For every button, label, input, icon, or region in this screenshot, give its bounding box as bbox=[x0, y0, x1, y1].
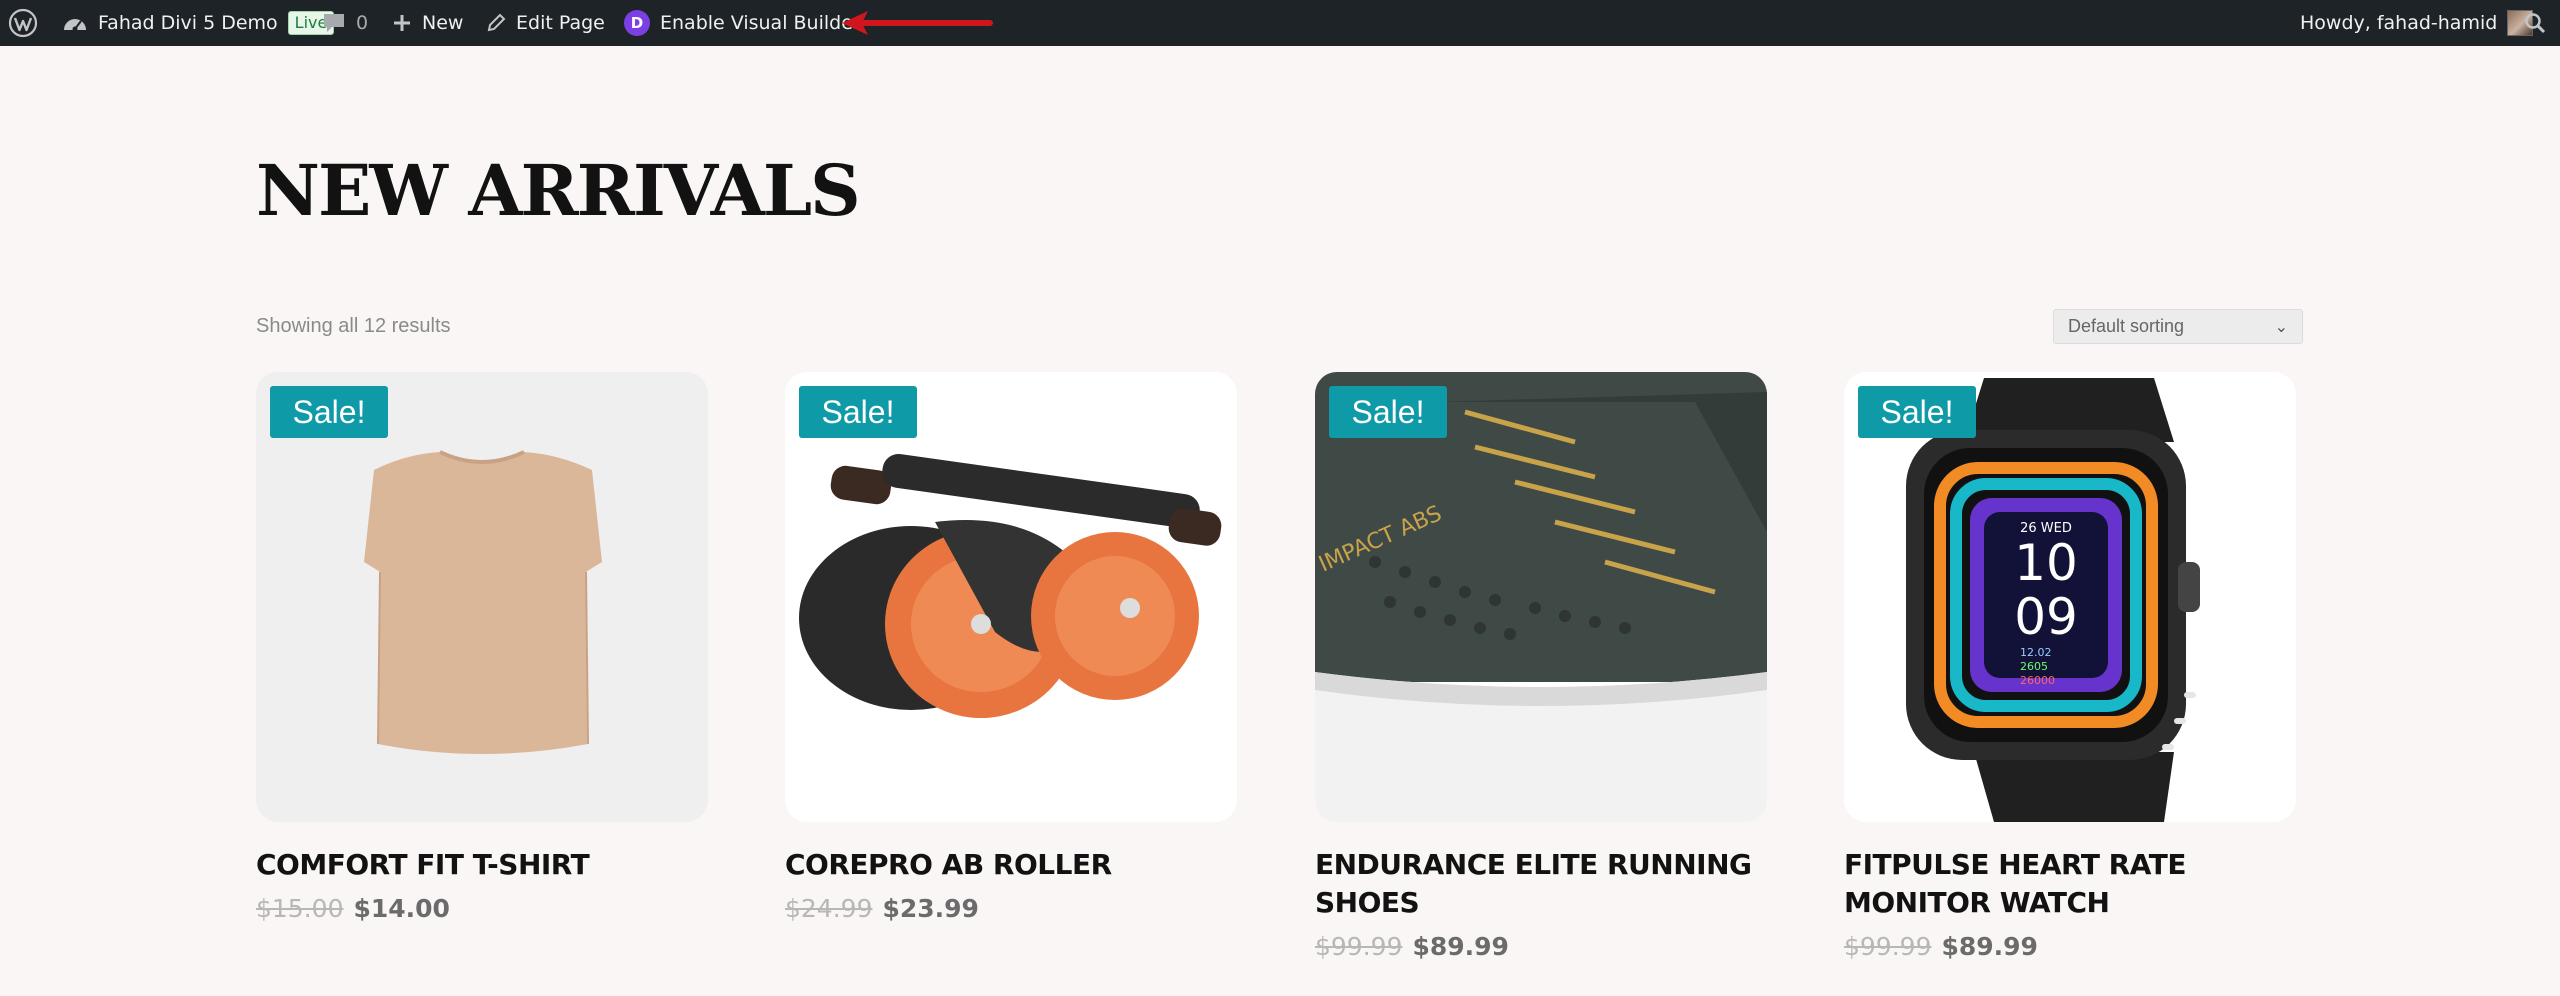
comment-count: 0 bbox=[356, 12, 369, 34]
visual-builder-label: Enable Visual Builder bbox=[660, 12, 861, 34]
product-price: $99.99 $89.99 bbox=[1315, 932, 1767, 961]
product-card[interactable]: Sale! COMFORT FIT T-SHIRT $15.00 $14.00 bbox=[256, 372, 708, 923]
annotation-arrow-icon bbox=[842, 11, 993, 35]
search-button[interactable] bbox=[2524, 0, 2546, 46]
admin-bar: Fahad Divi 5 Demo Live 0 New Edit Page D… bbox=[0, 0, 2560, 46]
my-account-menu[interactable]: Howdy, fahad-hamid bbox=[2300, 0, 2534, 46]
product-title[interactable]: COREPRO AB ROLLER bbox=[785, 846, 1237, 884]
watch-stat-text: 2605 bbox=[2020, 660, 2048, 673]
product-image-tshirt[interactable]: Sale! bbox=[256, 372, 708, 822]
new-label: New bbox=[422, 12, 464, 34]
sale-badge: Sale! bbox=[270, 386, 388, 438]
product-image-running-shoe[interactable]: Sale! IMPACT ABS bbox=[1315, 372, 1767, 822]
tshirt-image bbox=[364, 450, 602, 754]
sorting-selected-value: Default sorting bbox=[2068, 316, 2185, 336]
running-shoe-image: IMPACT ABS bbox=[1315, 372, 1767, 822]
original-price: $24.99 bbox=[785, 894, 873, 923]
page-title: NEW ARRIVALS bbox=[256, 149, 861, 232]
plus-icon bbox=[392, 13, 412, 33]
original-price: $15.00 bbox=[256, 894, 344, 923]
product-price: $99.99 $89.99 bbox=[1844, 932, 2296, 961]
comment-bubble-icon bbox=[322, 12, 346, 34]
watch-hour-text: 10 bbox=[2014, 534, 2078, 592]
original-price: $99.99 bbox=[1315, 932, 1403, 961]
sale-price: $23.99 bbox=[882, 894, 979, 923]
product-card[interactable]: Sale! IMPACT ABS ENDURANCE ELITE RUNNING… bbox=[1315, 372, 1767, 961]
product-price: $15.00 $14.00 bbox=[256, 894, 708, 923]
pencil-icon bbox=[486, 13, 506, 33]
product-title[interactable]: FITPULSE HEART RATE MONITOR WATCH bbox=[1844, 846, 2296, 922]
sorting-select[interactable]: Default sorting ⌄ bbox=[2053, 309, 2303, 344]
product-title[interactable]: ENDURANCE ELITE RUNNING SHOES bbox=[1315, 846, 1767, 922]
watch-stat-text: 12.02 bbox=[2020, 646, 2052, 659]
product-image-smartwatch[interactable]: Sale! 26 WED 10 09 12.02 2605 26000 bbox=[1844, 372, 2296, 822]
product-card[interactable]: Sale! 26 WED 10 09 12.02 2605 26000 FITP… bbox=[1844, 372, 2296, 961]
sale-badge: Sale! bbox=[1329, 386, 1447, 438]
ab-roller-image bbox=[799, 453, 1222, 718]
watch-stat-text: 26000 bbox=[2020, 674, 2055, 687]
sale-price: $14.00 bbox=[353, 894, 450, 923]
edit-page-button[interactable]: Edit Page bbox=[486, 0, 605, 46]
enable-visual-builder-button[interactable]: D Enable Visual Builder bbox=[624, 0, 861, 46]
sale-badge: Sale! bbox=[1858, 386, 1976, 438]
product-price: $24.99 $23.99 bbox=[785, 894, 1237, 923]
sale-price: $89.99 bbox=[1941, 932, 2038, 961]
smartwatch-image: 26 WED 10 09 12.02 2605 26000 bbox=[1906, 378, 2200, 822]
chevron-down-icon: ⌄ bbox=[2274, 318, 2288, 336]
site-name-menu[interactable]: Fahad Divi 5 Demo Live bbox=[62, 0, 335, 46]
product-image-ab-roller[interactable]: Sale! bbox=[785, 372, 1237, 822]
site-name-label: Fahad Divi 5 Demo bbox=[98, 12, 278, 34]
sale-badge: Sale! bbox=[799, 386, 917, 438]
edit-page-label: Edit Page bbox=[516, 12, 605, 34]
wordpress-icon bbox=[8, 8, 38, 38]
watch-minute-text: 09 bbox=[2014, 588, 2078, 646]
wordpress-logo-button[interactable] bbox=[8, 0, 38, 46]
search-icon bbox=[2524, 12, 2546, 34]
sale-price: $89.99 bbox=[1412, 932, 1509, 961]
divi-logo-icon: D bbox=[624, 10, 650, 36]
new-content-button[interactable]: New bbox=[392, 0, 463, 46]
result-count: Showing all 12 results bbox=[256, 315, 451, 337]
original-price: $99.99 bbox=[1844, 932, 1932, 961]
dashboard-gauge-icon bbox=[62, 12, 88, 34]
greeting-label: Howdy, fahad-hamid bbox=[2300, 12, 2498, 34]
product-title[interactable]: COMFORT FIT T-SHIRT bbox=[256, 846, 708, 884]
product-card[interactable]: Sale! COREPRO AB ROLLER $24.99 $23.99 bbox=[785, 372, 1237, 923]
comments-button[interactable]: 0 bbox=[322, 0, 368, 46]
